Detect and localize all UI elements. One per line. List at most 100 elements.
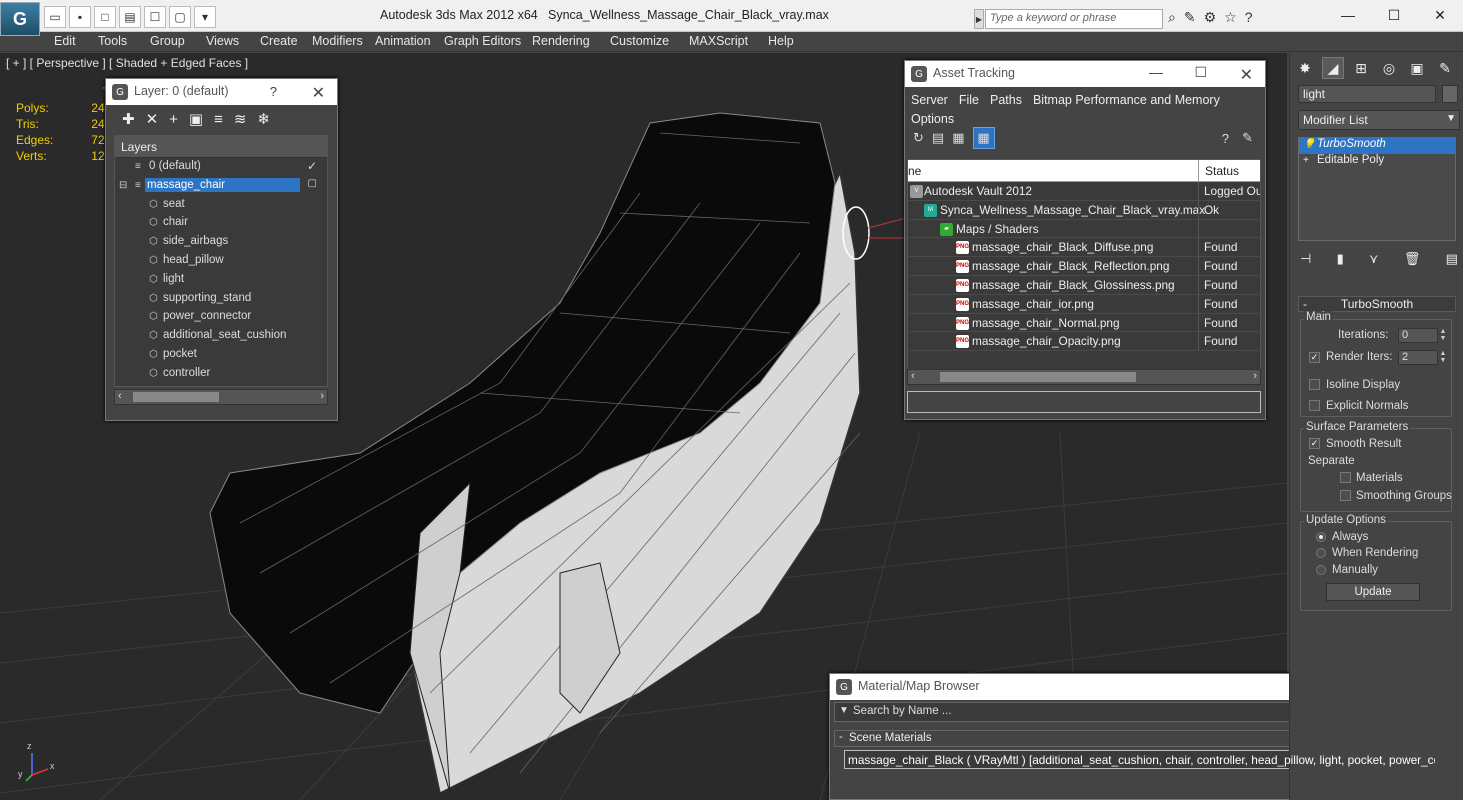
isoline-display-checkbox[interactable] [1309, 379, 1320, 390]
delete-icon[interactable]: ✕ [146, 110, 159, 128]
menu-bitmap-performance[interactable]: Bitmap Performance and Memory [1033, 93, 1220, 107]
refresh-icon[interactable]: ↻ [913, 130, 924, 146]
layer-row[interactable]: ⬡ seat [115, 196, 327, 215]
menu-create[interactable]: Create [260, 34, 298, 48]
show-end-result-icon[interactable]: ▮ [1337, 251, 1344, 267]
layer-row[interactable]: ⬡ chair [115, 214, 327, 233]
always-radio[interactable] [1316, 532, 1326, 542]
asset-row[interactable]: PNG massage_chair_Black_Reflection.png Fou… [908, 257, 1260, 277]
menu-customize[interactable]: Customize [610, 34, 669, 48]
new-icon[interactable]: □ [94, 6, 116, 28]
pin-stack-icon[interactable]: ⊣ [1300, 251, 1311, 267]
smoothing-groups-checkbox[interactable] [1340, 490, 1351, 501]
layer-window-titlebar[interactable]: G Layer: 0 (default) ? ✕ [106, 79, 337, 105]
asset-row[interactable]: PNG massage_chair_Black_Diffuse.png Found [908, 238, 1260, 258]
explicit-normals-checkbox[interactable] [1309, 400, 1320, 411]
star-icon[interactable]: ☆ [1224, 9, 1237, 26]
layer-row[interactable]: ≡ 0 (default) ✓ [115, 158, 327, 177]
scroll-left-icon[interactable]: ‹ [911, 370, 915, 382]
menu-rendering[interactable]: Rendering [532, 34, 590, 48]
maximize-icon[interactable]: ☐ [1194, 64, 1207, 81]
turbosmooth-rollout-header[interactable]: - TurboSmooth [1298, 296, 1456, 312]
close-icon[interactable]: ✕ [1240, 65, 1253, 85]
search-expand-icon[interactable]: ▶ [974, 9, 984, 29]
remove-modifier-icon[interactable]: 🗑 [1404, 251, 1421, 267]
layer-row[interactable]: ⬡ side_airbags [115, 233, 327, 252]
object-name-field[interactable]: light [1298, 85, 1436, 103]
column-name[interactable]: ne [908, 164, 921, 178]
layer-row[interactable]: ⬡ head_pillow [115, 252, 327, 271]
scroll-thumb[interactable] [940, 372, 1136, 382]
render-iters-checkbox[interactable]: ✓ [1309, 352, 1320, 363]
asset-row[interactable]: M Synca_Wellness_Massage_Chair_Black_vray… [908, 200, 1260, 220]
layer-row[interactable]: ⬡ light [115, 271, 327, 290]
dropdown-icon[interactable]: ▾ [194, 6, 216, 28]
asset-path-field[interactable] [907, 391, 1261, 413]
search-input[interactable]: Type a keyword or phrase [985, 9, 1163, 29]
scroll-right-icon[interactable]: › [320, 390, 324, 402]
tools-icon[interactable]: ✎ [1184, 9, 1196, 26]
asset-row[interactable]: PNG massage_chair_Opacity.png Found [908, 332, 1260, 352]
add-icon[interactable]: + [169, 111, 178, 128]
smooth-result-checkbox[interactable]: ✓ [1309, 438, 1320, 449]
help-icon[interactable]: ? [270, 84, 277, 99]
close-button[interactable]: ✕ [1417, 0, 1463, 30]
layer-row[interactable]: ⬡ power_connector [115, 308, 327, 327]
modifier-list-dropdown[interactable]: Modifier List ▼ [1298, 110, 1460, 130]
menu-paths[interactable]: Paths [990, 93, 1022, 107]
layer-row[interactable]: ⬡ controller [115, 365, 327, 384]
menu-tools[interactable]: Tools [98, 34, 127, 48]
lightbulb-icon[interactable]: 💡 [1303, 139, 1315, 150]
menu-modifiers[interactable]: Modifiers [312, 34, 363, 48]
viewport-label[interactable]: [ + ] [ Perspective ] [ Shaded + Edged F… [6, 56, 248, 70]
menu-edit[interactable]: Edit [54, 34, 76, 48]
layer-row[interactable]: ⬡ pocket [115, 346, 327, 365]
manually-radio[interactable] [1316, 565, 1326, 575]
update-button[interactable]: Update [1326, 583, 1420, 601]
menu-views[interactable]: Views [206, 34, 239, 48]
layer-row[interactable]: ⬡ additional_seat_cushion [115, 327, 327, 346]
menu-server[interactable]: Server [911, 93, 948, 107]
material-item[interactable]: massage_chair_Black ( VRayMtl ) [additio… [844, 750, 1436, 769]
make-unique-icon[interactable]: ⋎ [1369, 251, 1379, 267]
layer-row[interactable]: ⬡ supporting_stand [115, 290, 327, 309]
menu-file[interactable]: File [959, 93, 979, 107]
asset-row[interactable]: PNG massage_chair_Black_Glossiness.png Fou… [908, 275, 1260, 295]
utilities-tab-icon[interactable]: ✎ [1434, 57, 1456, 79]
menu-maxscript[interactable]: MAXScript [689, 34, 748, 48]
render-iters-spinner[interactable]: 2 [1398, 350, 1438, 365]
thumbnail-view-icon[interactable]: ▦ [952, 130, 964, 146]
asset-row[interactable]: PNG massage_chair_Normal.png Found [908, 313, 1260, 333]
create-tab-icon[interactable]: ✸ [1294, 57, 1316, 79]
column-status[interactable]: Status [1205, 164, 1239, 178]
close-icon[interactable]: ✕ [312, 83, 325, 103]
hide-all-icon[interactable]: ≋ [234, 110, 247, 128]
freeze-all-icon[interactable]: ❄ [257, 110, 270, 128]
open-icon[interactable]: ▭ [44, 6, 66, 28]
scroll-left-icon[interactable]: ‹ [118, 390, 122, 402]
scroll-thumb[interactable] [133, 392, 219, 402]
expand-icon[interactable]: + [1303, 155, 1309, 166]
spinner-arrows-icon[interactable]: ▲ ▼ [1438, 350, 1448, 365]
collapse-icon[interactable]: - [1303, 297, 1307, 311]
layer-row[interactable]: ⊟ ≡ massage_chair ▢ [115, 177, 327, 196]
menu-graph-editors[interactable]: Graph Editors [444, 34, 521, 48]
help-tool-icon[interactable]: ✎ [1242, 130, 1253, 146]
maximize-button[interactable]: ☐ [1371, 0, 1417, 30]
satellite-icon[interactable]: ⚙ [1204, 9, 1217, 26]
list-view-icon[interactable]: ▤ [932, 130, 944, 146]
configure-sets-icon[interactable]: ▤ [1446, 251, 1458, 267]
motion-tab-icon[interactable]: ◎ [1378, 57, 1400, 79]
menu-options[interactable]: Options [911, 112, 954, 126]
object-color-swatch[interactable] [1442, 85, 1458, 103]
when-rendering-radio[interactable] [1316, 548, 1326, 558]
layer-hscrollbar[interactable]: ‹ › [114, 389, 328, 405]
spinner-arrows-icon[interactable]: ▲ ▼ [1438, 328, 1448, 343]
menu-group[interactable]: Group [150, 34, 185, 48]
materials-checkbox[interactable] [1340, 472, 1351, 483]
help-icon[interactable]: ? [1222, 131, 1229, 146]
iterations-spinner[interactable]: 0 [1398, 328, 1438, 343]
save-icon[interactable]: ▪ [69, 6, 91, 28]
project-icon[interactable]: ▤ [119, 6, 141, 28]
menu-help[interactable]: Help [768, 34, 794, 48]
